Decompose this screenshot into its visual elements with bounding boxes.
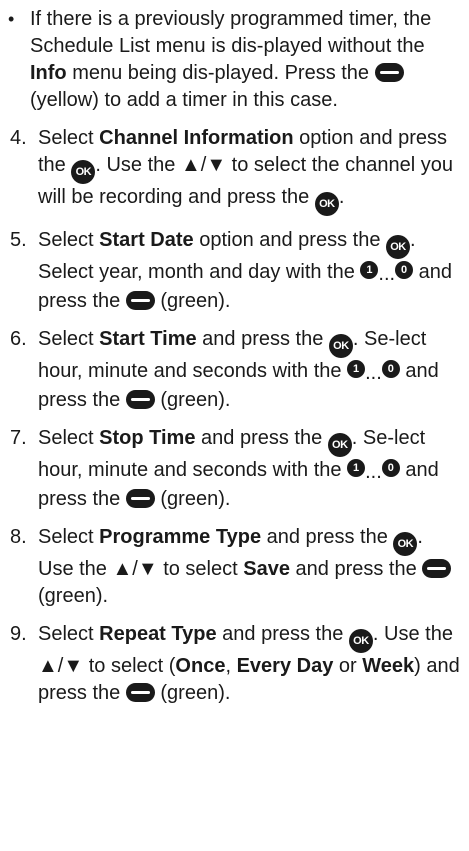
channel-information-label: Channel Information [99, 127, 294, 149]
step-text-part: Select [38, 526, 100, 548]
step-number: 9. [10, 623, 27, 645]
step-text-part: option and press the [193, 229, 386, 251]
number-zero-key-icon: 0 [395, 261, 414, 279]
ok-key-icon: OK [327, 433, 352, 457]
once-label: Once [175, 655, 226, 677]
green-key-icon [422, 559, 452, 578]
step-number: 8. [10, 526, 27, 548]
step-text-part: . [338, 186, 345, 208]
step-text-part: (green). [154, 290, 231, 312]
step-7: 7. Select Stop Time and press the OK. Se… [8, 425, 463, 513]
step-number: 6. [10, 328, 27, 350]
step-4: 4. Select Channel Information option and… [8, 125, 463, 216]
manual-page: • If there is a previously programmed ti… [0, 0, 469, 851]
step-text-part: Select [38, 229, 100, 251]
up-down-arrows-icon: ▲/▼ [112, 558, 158, 580]
ok-key-icon: OK [71, 160, 96, 184]
step-number: 4. [10, 127, 27, 149]
number-one-key-icon: 1 [347, 360, 366, 378]
green-key-icon [125, 489, 155, 508]
ok-key-icon: OK [314, 192, 339, 216]
ellipsis: ... [365, 362, 382, 384]
every-day-label: Every Day [236, 655, 334, 677]
number-zero-key-icon: 0 [381, 360, 400, 378]
step-text: Select Channel Information option and pr… [38, 125, 463, 216]
intro-text-2: menu being dis-played. Press the [66, 62, 375, 84]
step-text-part: (green). [38, 585, 109, 607]
step-text-part: to select ( [83, 655, 176, 677]
green-key-icon [125, 683, 155, 702]
step-text-part: (green). [154, 389, 231, 411]
step-text-part: , [225, 655, 237, 677]
step-text-part: (green). [154, 682, 231, 704]
step-text: Select Start Time and press the OK. Se-l… [38, 326, 463, 414]
step-5: 5. Select Start Date option and press th… [8, 227, 463, 315]
step-9: 9. Select Repeat Type and press the OK. … [8, 621, 463, 707]
start-time-label: Start Time [99, 328, 197, 350]
info-menu-label: Info [30, 62, 67, 84]
step-number: 7. [10, 427, 27, 449]
step-text: Select Repeat Type and press the OK. Use… [38, 621, 463, 707]
number-one-key-icon: 1 [360, 261, 379, 279]
up-down-arrows-icon: ▲/▼ [38, 655, 84, 677]
step-text: Select Stop Time and press the OK. Se-le… [38, 425, 463, 513]
bullet-mark: • [8, 9, 15, 29]
ellipsis: ... [378, 263, 396, 285]
step-6: 6. Select Start Time and press the OK. S… [8, 326, 463, 414]
step-text-part: and press the [289, 558, 423, 580]
step-text-part: Select [38, 328, 100, 350]
ok-key-icon: OK [386, 235, 410, 259]
step-text-part: or [333, 655, 363, 677]
step-8: 8. Select Programme Type and press the O… [8, 524, 463, 610]
programme-type-label: Programme Type [99, 526, 262, 548]
step-text: Select Start Date option and press the O… [38, 227, 463, 315]
step-text-part: (green). [154, 488, 231, 510]
step-text-part: Select [38, 427, 100, 449]
intro-text: If there is a previously programmed time… [30, 6, 463, 114]
week-label: Week [362, 655, 415, 677]
number-one-key-icon: 1 [347, 459, 366, 477]
step-text: Select Programme Type and press the OK. … [38, 524, 463, 610]
step-text-part: Select [38, 623, 100, 645]
number-zero-key-icon: 0 [381, 459, 400, 477]
save-label: Save [243, 558, 290, 580]
ellipsis: ... [365, 461, 382, 483]
step-number: 5. [10, 229, 27, 251]
step-text-part: to select [157, 558, 244, 580]
step-text-part: and press the [195, 427, 328, 449]
up-down-arrows-icon: ▲/▼ [180, 154, 227, 176]
step-text-part: . Use the [95, 154, 181, 176]
green-key-icon [125, 390, 155, 409]
repeat-type-label: Repeat Type [99, 623, 217, 645]
intro-text-3: (yellow) to add a timer in this case. [30, 89, 338, 111]
step-text-part: and press the [261, 526, 394, 548]
ok-key-icon: OK [348, 629, 373, 653]
green-key-icon [125, 291, 155, 310]
ok-key-icon: OK [393, 532, 418, 556]
intro-text-1: If there is a previously programmed time… [30, 8, 432, 57]
step-text-part: Select [38, 127, 100, 149]
stop-time-label: Stop Time [99, 427, 196, 449]
step-text-part: and press the [216, 623, 349, 645]
intro-bullet-item: • If there is a previously programmed ti… [8, 6, 463, 114]
ok-key-icon: OK [328, 334, 353, 358]
step-text-part: . Use the [372, 623, 453, 645]
start-date-label: Start Date [99, 229, 194, 251]
step-text-part: and press the [196, 328, 329, 350]
yellow-key-icon [374, 63, 404, 82]
